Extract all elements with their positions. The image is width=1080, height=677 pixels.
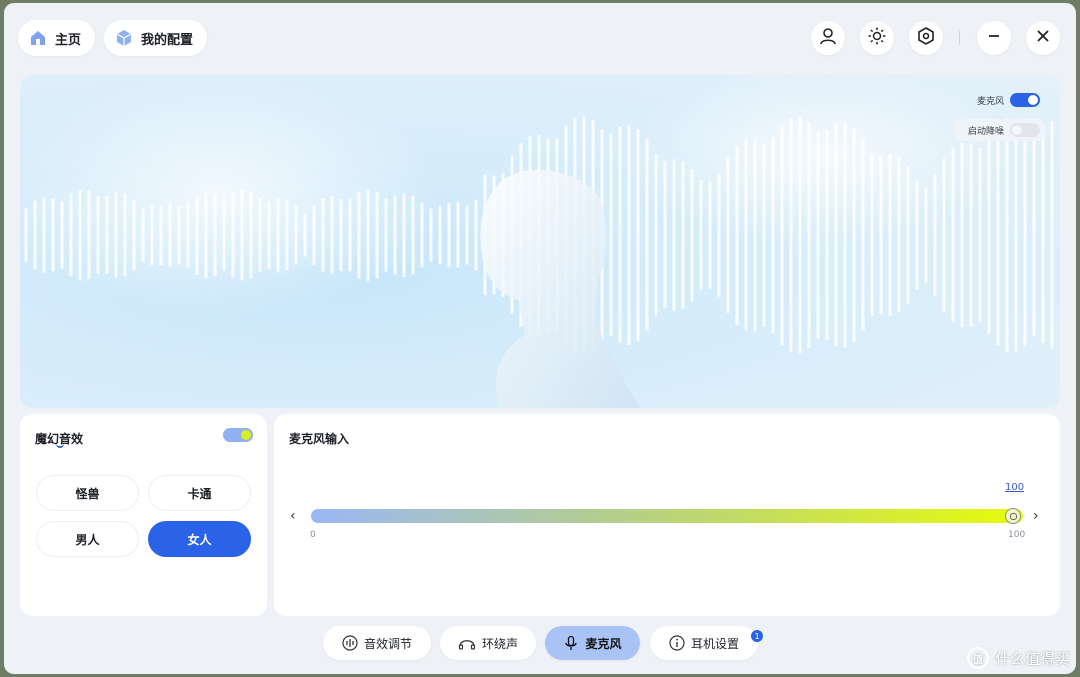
slider-max-label: 100 xyxy=(1008,530,1026,540)
notification-badge: 1 xyxy=(751,630,763,642)
tab-microphone[interactable]: 麦克风 xyxy=(545,626,640,660)
info-icon xyxy=(669,635,685,651)
tab-headset-settings[interactable]: 耳机设置 xyxy=(650,626,758,660)
mic-toggles: 麦克风 启动降噪 xyxy=(954,89,1044,149)
user-icon xyxy=(818,26,838,50)
mic-input-panel: 麦克风输入 ‹ › 100 0 100 xyxy=(274,414,1060,616)
my-config-label: 我的配置 xyxy=(141,32,194,48)
tab-surround[interactable]: 环绕声 xyxy=(440,626,536,660)
mic-input-title: 麦克风输入 xyxy=(289,432,350,446)
voice-option-woman[interactable]: 女人 xyxy=(148,521,251,557)
voice-effects-switch[interactable] xyxy=(223,428,253,442)
mic-toggle-label: 麦克风 xyxy=(976,96,1004,107)
my-config-tab[interactable]: 我的配置 xyxy=(104,20,208,56)
brightness-button[interactable] xyxy=(860,21,894,55)
tab-headset-settings-label: 耳机设置 xyxy=(690,636,739,651)
surround-icon xyxy=(458,635,476,651)
slider-value: 100 xyxy=(1005,482,1025,493)
minimize-button[interactable] xyxy=(977,21,1011,55)
home-icon xyxy=(28,28,48,48)
voice-option-cartoon[interactable]: 卡通 xyxy=(148,475,251,511)
app-window: 主页 我的配置 麦克风 启动降噪 魔幻音效 怪兽 卡通 男人 女人 麦克风输入 … xyxy=(4,3,1076,674)
mic-icon xyxy=(563,635,579,651)
denoise-toggle-row[interactable]: 启动降噪 xyxy=(954,119,1044,141)
voice-option-man[interactable]: 男人 xyxy=(36,521,139,557)
header-divider xyxy=(959,31,960,45)
home-label: 主页 xyxy=(55,32,82,48)
close-icon xyxy=(1035,28,1051,48)
tab-microphone-label: 麦克风 xyxy=(585,636,622,651)
denoise-switch[interactable] xyxy=(1010,123,1040,137)
tab-surround-label: 环绕声 xyxy=(481,636,518,651)
mic-switch[interactable] xyxy=(1010,93,1040,107)
minimize-icon xyxy=(986,28,1002,48)
voice-effects-panel: 魔幻音效 怪兽 卡通 男人 女人 xyxy=(20,414,267,616)
soundwave-illustration xyxy=(20,75,1054,408)
slider-thumb[interactable] xyxy=(1005,508,1021,524)
watermark-logo: 值 xyxy=(966,647,989,669)
tab-sound-effects[interactable]: 音效调节 xyxy=(323,626,431,660)
close-button[interactable] xyxy=(1026,21,1060,55)
account-button[interactable] xyxy=(811,21,845,55)
settings-button[interactable] xyxy=(909,21,943,55)
equalizer-icon xyxy=(342,635,358,651)
home-tab[interactable]: 主页 xyxy=(18,20,96,56)
decrease-arrow-icon[interactable]: ‹ xyxy=(290,508,296,524)
watermark-text: 什么值得买 xyxy=(994,649,1070,668)
cube-icon xyxy=(114,28,134,48)
brightness-icon xyxy=(867,26,887,50)
slider-min-label: 0 xyxy=(310,530,316,540)
watermark: 值 什么值得买 xyxy=(966,647,1070,669)
settings-hex-icon xyxy=(916,26,936,50)
increase-arrow-icon[interactable]: › xyxy=(1033,508,1039,524)
denoise-toggle-label: 启动降噪 xyxy=(967,126,1004,137)
tab-sound-effects-label: 音效调节 xyxy=(363,636,412,651)
mic-toggle-row[interactable]: 麦克风 xyxy=(954,89,1044,111)
hero-banner: 麦克风 启动降噪 xyxy=(20,75,1060,408)
voice-option-monster[interactable]: 怪兽 xyxy=(36,475,139,511)
title-indicator xyxy=(56,444,64,448)
mic-level-slider[interactable] xyxy=(311,509,1023,523)
